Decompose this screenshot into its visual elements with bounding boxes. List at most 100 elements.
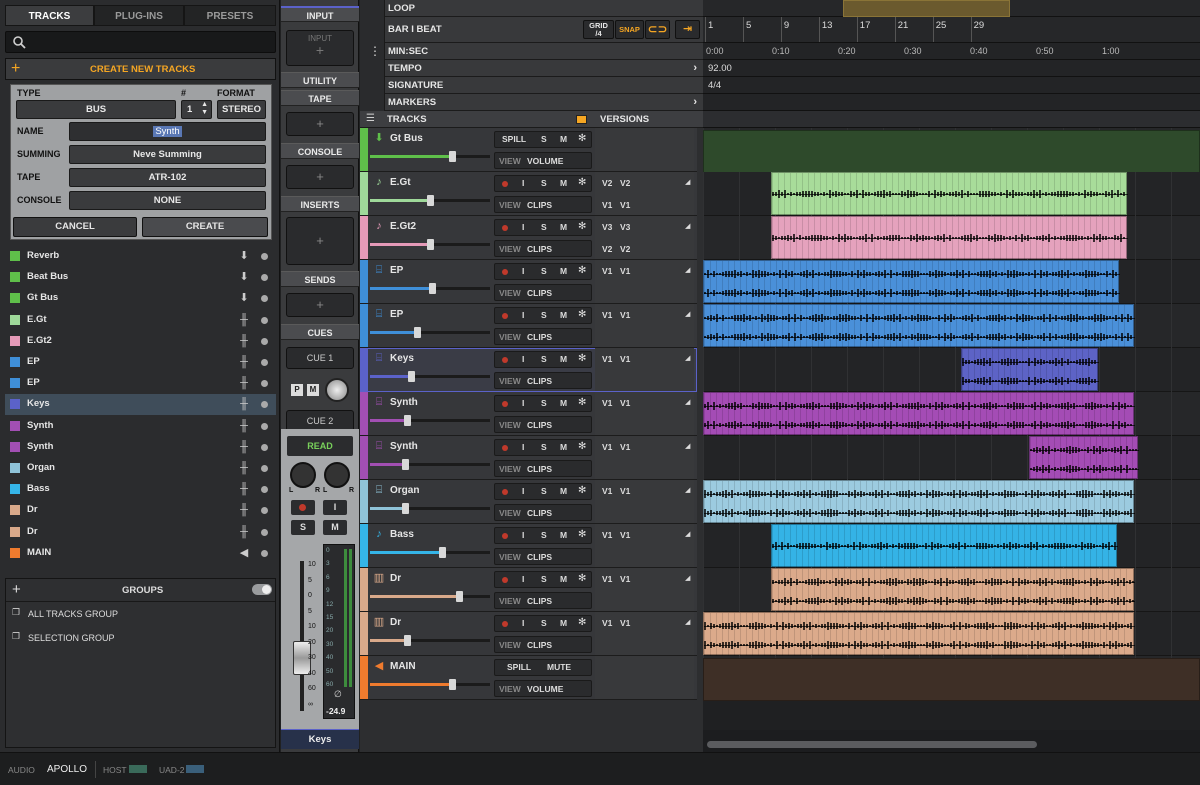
mute-button[interactable]: M (560, 486, 567, 496)
input-monitor-button[interactable]: I (522, 486, 524, 496)
speaker-icon[interactable]: ◀ (238, 547, 250, 559)
solo-button[interactable]: S (541, 354, 547, 364)
track-fader[interactable] (370, 591, 490, 602)
bus-arrow-icon[interactable]: ⬇ (238, 250, 250, 262)
track-header-synth[interactable]: ⌸ Synth I S M ✻ VIEW CLIPS V1 V1 ◢ (360, 436, 697, 480)
freeze-icon[interactable]: ✻ (578, 221, 586, 232)
versions-cell[interactable]: V2 V2 V1 V1 ◢ (595, 172, 694, 215)
freeze-icon[interactable]: ✻ (578, 617, 586, 628)
track-fader[interactable] (370, 327, 490, 338)
waveform-icon[interactable]: ╫ (238, 504, 250, 516)
input-monitor-button[interactable]: I (522, 310, 524, 320)
bus-arrow-icon[interactable]: ⬇ (238, 271, 250, 283)
mute-button[interactable]: M (560, 222, 567, 232)
input-monitor-button[interactable]: I (522, 266, 524, 276)
summing-select[interactable]: Neve Summing (69, 145, 266, 164)
view-selector[interactable]: VIEW VOLUME (494, 152, 592, 169)
mute-button[interactable]: M (560, 134, 567, 144)
track-fader[interactable] (370, 151, 490, 162)
more-options-icon[interactable]: ⋮ (369, 45, 381, 57)
tape-select[interactable]: ATR-102 (69, 168, 266, 187)
console-slot[interactable]: + (286, 165, 354, 189)
versions-cell[interactable] (595, 656, 694, 699)
input-monitor-button[interactable]: I (522, 574, 524, 584)
tab-tracks[interactable]: TRACKS (5, 5, 94, 26)
track-header-keys[interactable]: ⌸ Keys I S M ✻ VIEW CLIPS V1 V1 ◢ (360, 348, 697, 392)
track-fader-knob[interactable] (427, 195, 434, 206)
view-selector[interactable]: VIEW CLIPS (494, 592, 592, 609)
type-select[interactable]: BUS (16, 100, 176, 119)
mute-button[interactable]: M (323, 520, 347, 535)
freeze-icon[interactable]: ✻ (578, 133, 586, 144)
track-header-bass[interactable]: ♪ Bass I S M ✻ VIEW CLIPS V1 V1 ◢ (360, 524, 697, 568)
waveform-icon[interactable]: ╫ (238, 314, 250, 326)
list-item[interactable]: MAIN ◀ (5, 543, 276, 564)
input-monitor-button[interactable]: I (522, 618, 524, 628)
record-arm-button[interactable] (502, 225, 508, 231)
list-item[interactable]: Organ ╫ (5, 458, 276, 479)
record-enable-dot[interactable] (261, 486, 268, 494)
mute-button[interactable]: MUTE (547, 662, 571, 672)
version-dropdown-icon[interactable]: ◢ (685, 222, 690, 230)
waveform-icon[interactable]: ╫ (238, 420, 250, 432)
version-dropdown-icon[interactable]: ◢ (685, 266, 690, 274)
track-header-ep[interactable]: ⌸ EP I S M ✻ VIEW CLIPS V1 V1 ◢ (360, 304, 697, 348)
record-arm-button[interactable] (502, 313, 508, 319)
versions-cell[interactable]: V1 V1 ◢ (595, 612, 694, 655)
audio-clip[interactable] (703, 392, 1135, 436)
cue-mute-button[interactable]: M (307, 384, 319, 396)
versions-cell[interactable]: V1 V1 ◢ (595, 304, 694, 347)
stepper-arrows-icon[interactable]: ▲ ▼ (201, 101, 208, 117)
versions-cell[interactable]: V3 V3 V2 V2 ◢ (595, 216, 694, 259)
version-dropdown-icon[interactable]: ◢ (685, 574, 690, 582)
mute-button[interactable]: M (560, 530, 567, 540)
audio-clip[interactable] (703, 304, 1135, 348)
record-enable-dot[interactable] (261, 528, 268, 536)
track-fader[interactable] (370, 415, 490, 426)
track-fader[interactable] (370, 239, 490, 250)
track-fader-knob[interactable] (439, 547, 446, 558)
waveform-icon[interactable]: ╫ (238, 356, 250, 368)
horizontal-scrollbar[interactable] (707, 741, 1037, 748)
record-arm-button[interactable] (502, 181, 508, 187)
plus-icon[interactable]: + (11, 60, 20, 78)
loop-region[interactable] (843, 0, 1010, 17)
track-header-main[interactable]: ◀ MAIN SPILL MUTE VIEW VOLUME (360, 656, 697, 700)
markers-lane[interactable] (703, 94, 1200, 111)
list-item[interactable]: Synth ╫ (5, 437, 276, 458)
track-header-e-gt[interactable]: ♪ E.Gt I S M ✻ VIEW CLIPS V2 V2 V1 V1 ◢ (360, 172, 697, 216)
pan-left-knob[interactable] (290, 462, 316, 488)
track-header-gt-bus[interactable]: ⬇ Gt Bus SPILL S M ✻ VIEW VOLUME (360, 128, 697, 172)
automation-mode-select[interactable]: READ (287, 436, 353, 456)
input-monitor-button[interactable]: I (522, 222, 524, 232)
mute-button[interactable]: M (560, 574, 567, 584)
solo-button[interactable]: S (541, 310, 547, 320)
track-fader-knob[interactable] (455, 591, 463, 602)
list-item[interactable]: E.Gt2 ╫ (5, 331, 276, 352)
solo-button[interactable]: S (541, 266, 547, 276)
track-fader-knob[interactable] (401, 503, 409, 514)
list-item[interactable]: EP ╫ (5, 373, 276, 394)
input-monitor-button[interactable]: I (522, 398, 524, 408)
record-enable-dot[interactable] (261, 274, 268, 282)
track-menu-icon[interactable]: ☰ (366, 113, 375, 124)
list-item[interactable]: Beat Bus ⬇ (5, 267, 276, 288)
audio-clip[interactable] (770, 568, 1135, 612)
freeze-icon[interactable]: ✻ (578, 309, 586, 320)
input-monitor-button[interactable]: I (522, 530, 524, 540)
track-fader[interactable] (370, 195, 490, 206)
track-fader[interactable] (370, 635, 490, 646)
track-header-dr[interactable]: ▥ Dr I S M ✻ VIEW CLIPS V1 V1 ◢ (360, 568, 697, 612)
view-selector[interactable]: VIEW VOLUME (494, 680, 592, 697)
track-fader[interactable] (370, 679, 490, 690)
record-enable-dot[interactable] (261, 443, 268, 451)
tape-slot[interactable]: + (286, 112, 354, 136)
versions-cell[interactable]: V1 V1 ◢ (595, 524, 694, 567)
freeze-icon[interactable]: ✻ (578, 441, 586, 452)
record-arm-button[interactable] (502, 577, 508, 583)
waveform-icon[interactable]: ╫ (238, 377, 250, 389)
list-item[interactable]: Dr ╫ (5, 522, 276, 543)
format-select[interactable]: STEREO (217, 100, 266, 119)
list-item[interactable]: Keys ╫ (5, 394, 276, 416)
bar-ruler[interactable]: 1 5 9 13 17 21 25 29 (703, 17, 1200, 43)
